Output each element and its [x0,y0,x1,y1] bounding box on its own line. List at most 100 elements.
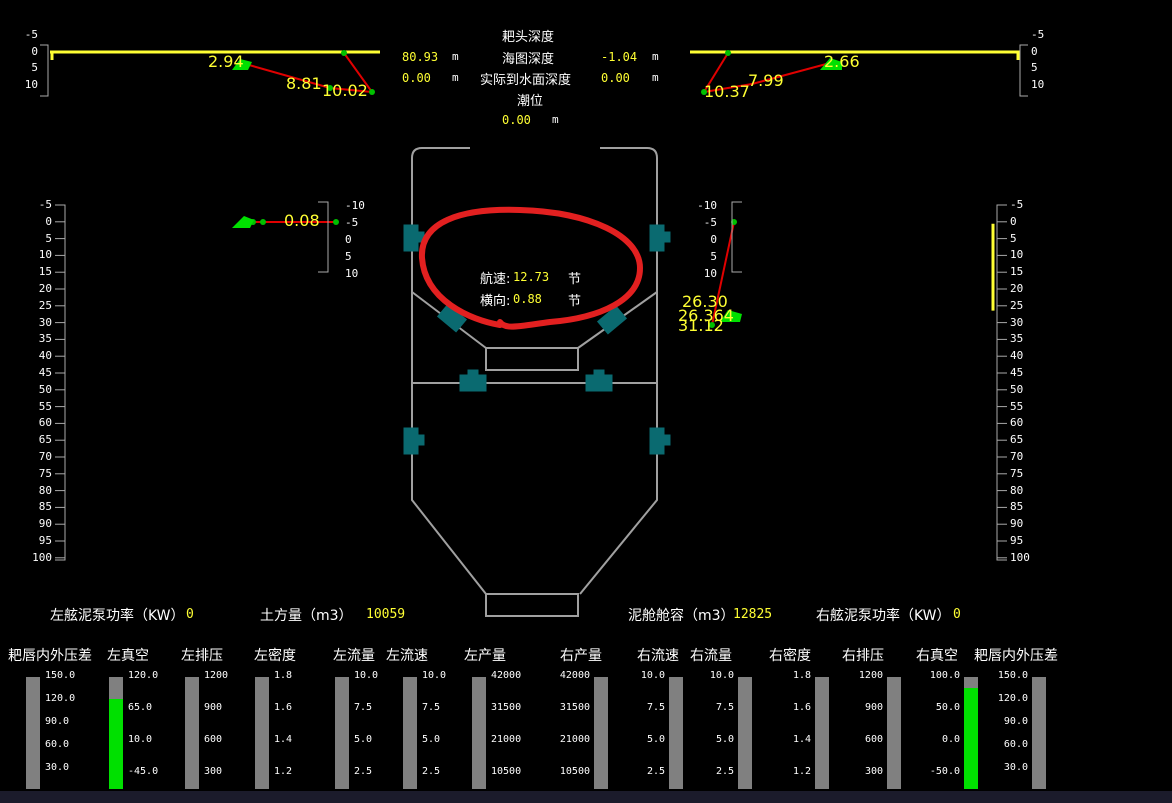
scale-label: 0 [710,233,717,246]
gauge-label: 左真空 [107,648,149,664]
scale-label: 0 [1031,44,1038,58]
gauge-tick: 900 [864,702,883,713]
gauge-tick: 5.0 [715,734,734,745]
scale-label: 85 [1010,500,1024,514]
scale-label: 0 [1010,214,1017,228]
gauge-tick: 600 [204,734,223,745]
gauge-label: 左排压 [181,648,223,664]
gauge-tick: 1.6 [274,702,293,713]
scale-label: 100 [32,550,52,564]
gauge-bar [255,677,269,789]
gauge-bar [109,677,123,789]
gauge-tick: 150.0 [997,670,1028,681]
gauge-tick: 1.4 [274,734,293,745]
actual-depth-label: 实际到水面深度 [480,73,572,88]
gauge-tick: -45.0 [128,766,159,777]
left-arm-value-3: 10.02 [322,81,368,100]
scale-label: 0 [345,233,352,246]
taskbar [0,791,1172,803]
right-arm-value-1: 10.37 [704,82,750,101]
gauge-label: 耙唇内外压差 [974,648,1058,664]
scale-label: 35 [1010,332,1024,346]
scale-label: 5 [1031,61,1038,74]
scale-label: -5 [703,216,717,229]
annotation-scribble [418,206,644,330]
left-drag-depth-value: 80.93 [402,50,439,64]
scale-label: 55 [38,399,52,413]
drag-depth-title: 耙头深度 [502,30,555,45]
scale-label: 15 [38,265,52,279]
lateral-label: 横向: [480,294,511,309]
gauge-tick: 300 [864,766,883,777]
valve-middle-right [585,369,613,392]
scale-label: 20 [38,282,52,295]
gauge-bar [26,677,40,789]
gauge-tick: 2.5 [715,766,734,777]
right-side-arm-value-c: 31.12 [678,316,724,335]
scale-label: 100 [1010,550,1030,564]
gauge-fill [109,699,123,789]
scale-label: 10 [1010,248,1024,262]
gauge-label: 耙唇内外压差 [8,648,92,664]
scale-label: 25 [1010,298,1024,312]
scale-label: -10 [697,199,717,212]
scale-label: 85 [38,500,52,514]
gauge-tick: 65.0 [128,702,153,713]
scale-label: 5 [345,250,352,263]
scale-label: 65 [38,433,52,447]
scale-label: 15 [1010,265,1024,279]
scale-label: 90 [38,517,52,531]
gauge-tick: 1.2 [274,766,293,777]
scale-label: 25 [38,298,52,312]
gauge-tick: 120.0 [997,693,1028,704]
gauge-bar [738,677,752,789]
scale-label: 80 [38,483,52,497]
lateral-unit: 节 [568,294,582,309]
scale-label: 65 [1010,433,1024,447]
scale-label: 90 [1010,517,1024,531]
scale-label: 55 [1010,399,1024,413]
gauge-tick: 120.0 [45,693,76,704]
gauge-bar [815,677,829,789]
scale-label: 10 [1031,77,1045,91]
left-side-arm-value: 0.08 [284,211,320,230]
gauge-tick: 7.5 [715,702,734,713]
right-pump-power-label: 右舷泥泵功率（KW） [816,608,951,624]
gauge-tick: 2.5 [646,766,665,777]
gauge-tick: 10.0 [422,670,447,681]
gauge-label: 右排压 [842,648,884,664]
gauge-label: 右真空 [916,648,958,664]
scale-label: -5 [1010,198,1024,211]
speed-label: 航速: [480,272,511,287]
gauge-tick: 150.0 [45,670,76,681]
gauge-tick: 2.5 [422,766,441,777]
gauge-label: 左流速 [386,648,428,664]
right-arm-value-2: 7.99 [748,71,784,90]
gauge-tick: 21000 [491,734,522,745]
valve-left-lower [403,427,425,455]
dredger-diagram [40,44,1028,617]
scale-label: 30 [38,315,52,329]
scale-label: -5 [1031,28,1045,41]
gauge-bar [964,677,978,789]
gauge-tick: 1.4 [792,734,811,745]
unit-m: m [452,50,459,63]
gauge-label: 左产量 [464,648,506,664]
gauge-bar [403,677,417,789]
gauge-label: 右产量 [560,648,602,664]
gauge-tick: 5.0 [422,734,441,745]
gauge-tick: 100.0 [929,670,960,681]
scale-label: 10 [24,77,38,91]
gauge-tick: 300 [204,766,223,777]
unit-m: m [652,71,659,84]
scale-label: 40 [38,349,52,363]
scale-label: 80 [1010,483,1024,497]
gauge-tick: 42000 [559,670,590,681]
gauge-tick: 1.8 [792,670,811,681]
right-pump-power-value: 0 [953,607,961,622]
gauge-label: 右密度 [769,648,811,664]
left-pump-power-value: 0 [186,607,194,622]
scale-label: 50 [38,382,52,396]
hopper-capacity-value: 12825 [733,607,773,622]
gauge-fill [964,688,978,789]
